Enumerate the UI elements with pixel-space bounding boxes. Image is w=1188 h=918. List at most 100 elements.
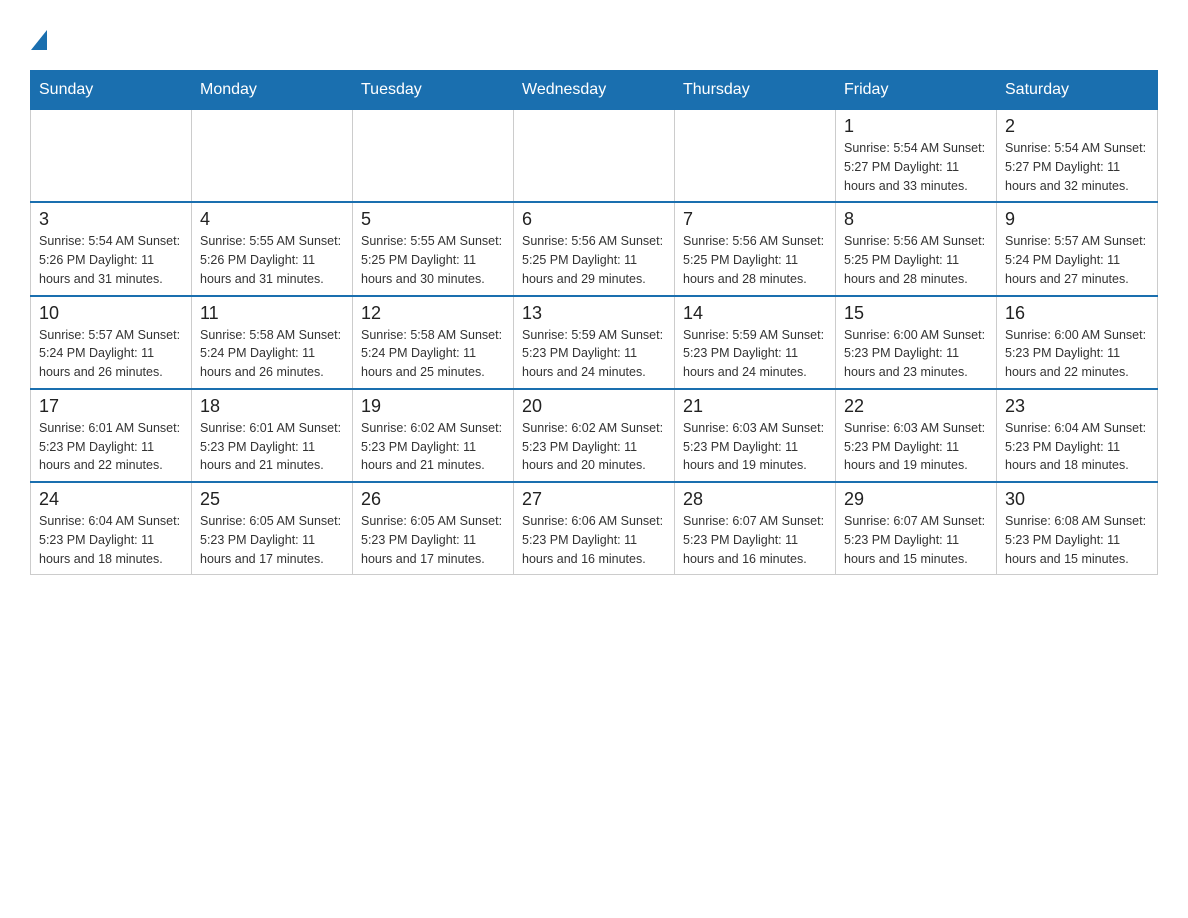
day-number: 30	[1005, 489, 1149, 510]
calendar-table: SundayMondayTuesdayWednesdayThursdayFrid…	[30, 70, 1158, 575]
day-number: 24	[39, 489, 183, 510]
day-number: 1	[844, 116, 988, 137]
calendar-day-cell: 5Sunrise: 5:55 AM Sunset: 5:25 PM Daylig…	[353, 202, 514, 295]
calendar-day-cell: 10Sunrise: 5:57 AM Sunset: 5:24 PM Dayli…	[31, 296, 192, 389]
calendar-day-cell: 6Sunrise: 5:56 AM Sunset: 5:25 PM Daylig…	[514, 202, 675, 295]
day-info: Sunrise: 5:57 AM Sunset: 5:24 PM Dayligh…	[39, 326, 183, 382]
calendar-day-cell: 4Sunrise: 5:55 AM Sunset: 5:26 PM Daylig…	[192, 202, 353, 295]
day-number: 2	[1005, 116, 1149, 137]
calendar-day-cell: 19Sunrise: 6:02 AM Sunset: 5:23 PM Dayli…	[353, 389, 514, 482]
calendar-day-cell: 12Sunrise: 5:58 AM Sunset: 5:24 PM Dayli…	[353, 296, 514, 389]
day-info: Sunrise: 5:56 AM Sunset: 5:25 PM Dayligh…	[522, 232, 666, 288]
calendar-day-cell: 13Sunrise: 5:59 AM Sunset: 5:23 PM Dayli…	[514, 296, 675, 389]
calendar-header-tuesday: Tuesday	[353, 71, 514, 110]
calendar-day-cell: 8Sunrise: 5:56 AM Sunset: 5:25 PM Daylig…	[836, 202, 997, 295]
calendar-header-friday: Friday	[836, 71, 997, 110]
day-number: 20	[522, 396, 666, 417]
day-info: Sunrise: 5:54 AM Sunset: 5:27 PM Dayligh…	[844, 139, 988, 195]
day-number: 19	[361, 396, 505, 417]
day-info: Sunrise: 5:56 AM Sunset: 5:25 PM Dayligh…	[844, 232, 988, 288]
calendar-day-cell: 30Sunrise: 6:08 AM Sunset: 5:23 PM Dayli…	[997, 482, 1158, 575]
calendar-week-4: 17Sunrise: 6:01 AM Sunset: 5:23 PM Dayli…	[31, 389, 1158, 482]
calendar-day-cell: 28Sunrise: 6:07 AM Sunset: 5:23 PM Dayli…	[675, 482, 836, 575]
day-info: Sunrise: 6:08 AM Sunset: 5:23 PM Dayligh…	[1005, 512, 1149, 568]
calendar-week-1: 1Sunrise: 5:54 AM Sunset: 5:27 PM Daylig…	[31, 110, 1158, 203]
calendar-day-cell: 3Sunrise: 5:54 AM Sunset: 5:26 PM Daylig…	[31, 202, 192, 295]
day-number: 14	[683, 303, 827, 324]
day-number: 21	[683, 396, 827, 417]
calendar-day-cell: 27Sunrise: 6:06 AM Sunset: 5:23 PM Dayli…	[514, 482, 675, 575]
day-info: Sunrise: 6:02 AM Sunset: 5:23 PM Dayligh…	[361, 419, 505, 475]
day-number: 10	[39, 303, 183, 324]
calendar-header-sunday: Sunday	[31, 71, 192, 110]
calendar-header-wednesday: Wednesday	[514, 71, 675, 110]
calendar-day-cell	[675, 110, 836, 203]
day-number: 22	[844, 396, 988, 417]
calendar-day-cell	[192, 110, 353, 203]
day-number: 29	[844, 489, 988, 510]
day-number: 17	[39, 396, 183, 417]
calendar-week-5: 24Sunrise: 6:04 AM Sunset: 5:23 PM Dayli…	[31, 482, 1158, 575]
calendar-day-cell: 22Sunrise: 6:03 AM Sunset: 5:23 PM Dayli…	[836, 389, 997, 482]
calendar-day-cell: 29Sunrise: 6:07 AM Sunset: 5:23 PM Dayli…	[836, 482, 997, 575]
day-number: 27	[522, 489, 666, 510]
day-info: Sunrise: 5:56 AM Sunset: 5:25 PM Dayligh…	[683, 232, 827, 288]
calendar-day-cell: 15Sunrise: 6:00 AM Sunset: 5:23 PM Dayli…	[836, 296, 997, 389]
calendar-day-cell: 1Sunrise: 5:54 AM Sunset: 5:27 PM Daylig…	[836, 110, 997, 203]
day-info: Sunrise: 6:06 AM Sunset: 5:23 PM Dayligh…	[522, 512, 666, 568]
day-info: Sunrise: 5:55 AM Sunset: 5:26 PM Dayligh…	[200, 232, 344, 288]
day-info: Sunrise: 6:01 AM Sunset: 5:23 PM Dayligh…	[39, 419, 183, 475]
calendar-day-cell: 17Sunrise: 6:01 AM Sunset: 5:23 PM Dayli…	[31, 389, 192, 482]
day-number: 11	[200, 303, 344, 324]
day-info: Sunrise: 6:05 AM Sunset: 5:23 PM Dayligh…	[361, 512, 505, 568]
logo	[30, 20, 47, 50]
day-info: Sunrise: 5:55 AM Sunset: 5:25 PM Dayligh…	[361, 232, 505, 288]
calendar-header-monday: Monday	[192, 71, 353, 110]
day-number: 6	[522, 209, 666, 230]
day-info: Sunrise: 5:57 AM Sunset: 5:24 PM Dayligh…	[1005, 232, 1149, 288]
calendar-day-cell: 21Sunrise: 6:03 AM Sunset: 5:23 PM Dayli…	[675, 389, 836, 482]
day-info: Sunrise: 6:00 AM Sunset: 5:23 PM Dayligh…	[844, 326, 988, 382]
day-number: 4	[200, 209, 344, 230]
page-header	[30, 20, 1158, 50]
calendar-day-cell: 23Sunrise: 6:04 AM Sunset: 5:23 PM Dayli…	[997, 389, 1158, 482]
day-info: Sunrise: 5:54 AM Sunset: 5:26 PM Dayligh…	[39, 232, 183, 288]
day-info: Sunrise: 6:07 AM Sunset: 5:23 PM Dayligh…	[683, 512, 827, 568]
day-info: Sunrise: 6:05 AM Sunset: 5:23 PM Dayligh…	[200, 512, 344, 568]
calendar-week-2: 3Sunrise: 5:54 AM Sunset: 5:26 PM Daylig…	[31, 202, 1158, 295]
day-number: 7	[683, 209, 827, 230]
calendar-header-saturday: Saturday	[997, 71, 1158, 110]
day-info: Sunrise: 5:58 AM Sunset: 5:24 PM Dayligh…	[361, 326, 505, 382]
day-info: Sunrise: 5:59 AM Sunset: 5:23 PM Dayligh…	[683, 326, 827, 382]
day-info: Sunrise: 6:04 AM Sunset: 5:23 PM Dayligh…	[1005, 419, 1149, 475]
calendar-day-cell: 20Sunrise: 6:02 AM Sunset: 5:23 PM Dayli…	[514, 389, 675, 482]
day-number: 25	[200, 489, 344, 510]
day-number: 18	[200, 396, 344, 417]
day-number: 3	[39, 209, 183, 230]
calendar-day-cell: 26Sunrise: 6:05 AM Sunset: 5:23 PM Dayli…	[353, 482, 514, 575]
day-info: Sunrise: 6:03 AM Sunset: 5:23 PM Dayligh…	[844, 419, 988, 475]
day-number: 28	[683, 489, 827, 510]
day-number: 15	[844, 303, 988, 324]
day-number: 13	[522, 303, 666, 324]
calendar-day-cell: 18Sunrise: 6:01 AM Sunset: 5:23 PM Dayli…	[192, 389, 353, 482]
day-info: Sunrise: 5:59 AM Sunset: 5:23 PM Dayligh…	[522, 326, 666, 382]
day-info: Sunrise: 6:00 AM Sunset: 5:23 PM Dayligh…	[1005, 326, 1149, 382]
day-number: 26	[361, 489, 505, 510]
calendar-header-row: SundayMondayTuesdayWednesdayThursdayFrid…	[31, 71, 1158, 110]
calendar-week-3: 10Sunrise: 5:57 AM Sunset: 5:24 PM Dayli…	[31, 296, 1158, 389]
day-number: 9	[1005, 209, 1149, 230]
calendar-day-cell: 24Sunrise: 6:04 AM Sunset: 5:23 PM Dayli…	[31, 482, 192, 575]
calendar-day-cell: 9Sunrise: 5:57 AM Sunset: 5:24 PM Daylig…	[997, 202, 1158, 295]
calendar-day-cell: 14Sunrise: 5:59 AM Sunset: 5:23 PM Dayli…	[675, 296, 836, 389]
calendar-day-cell: 16Sunrise: 6:00 AM Sunset: 5:23 PM Dayli…	[997, 296, 1158, 389]
day-number: 16	[1005, 303, 1149, 324]
day-info: Sunrise: 6:07 AM Sunset: 5:23 PM Dayligh…	[844, 512, 988, 568]
calendar-day-cell: 25Sunrise: 6:05 AM Sunset: 5:23 PM Dayli…	[192, 482, 353, 575]
calendar-day-cell	[31, 110, 192, 203]
calendar-day-cell: 11Sunrise: 5:58 AM Sunset: 5:24 PM Dayli…	[192, 296, 353, 389]
calendar-header-thursday: Thursday	[675, 71, 836, 110]
calendar-day-cell: 2Sunrise: 5:54 AM Sunset: 5:27 PM Daylig…	[997, 110, 1158, 203]
day-info: Sunrise: 5:54 AM Sunset: 5:27 PM Dayligh…	[1005, 139, 1149, 195]
logo-triangle-icon	[31, 30, 47, 50]
